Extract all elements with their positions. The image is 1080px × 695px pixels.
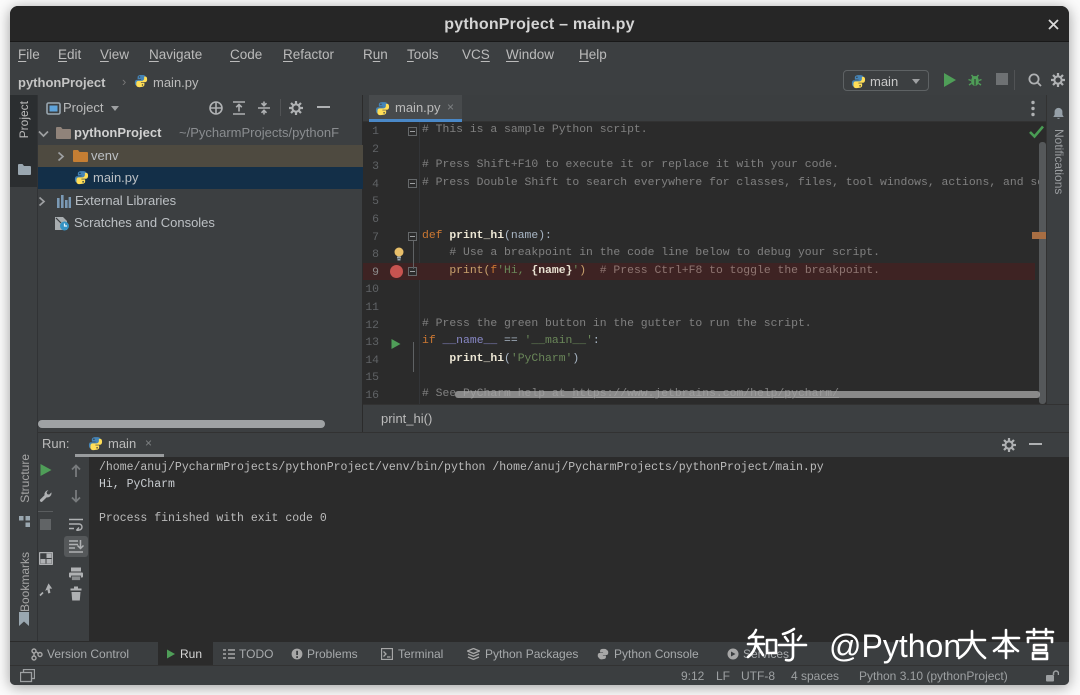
svg-text:@Python: @Python bbox=[829, 628, 961, 664]
